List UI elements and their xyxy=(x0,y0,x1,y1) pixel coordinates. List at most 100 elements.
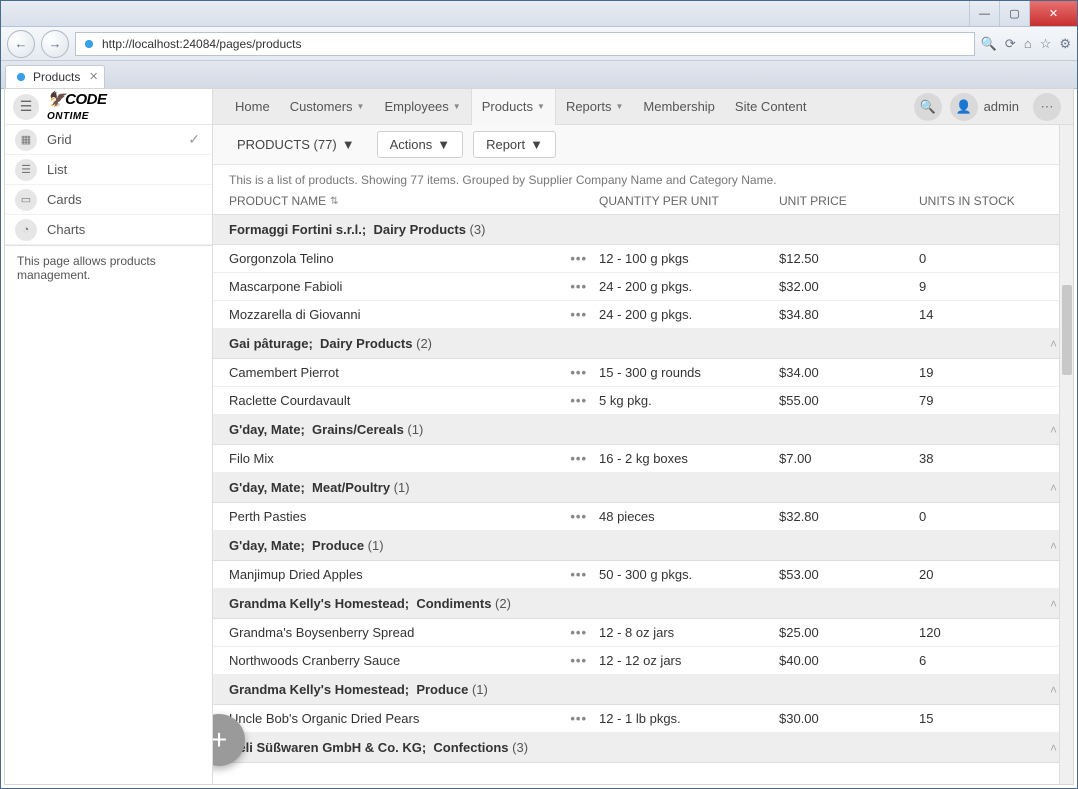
user-icon[interactable]: 👤 xyxy=(950,93,978,121)
scrollbar-track[interactable] xyxy=(1059,125,1073,784)
nav-sitecontent[interactable]: Site Content xyxy=(725,89,817,125)
chevron-up-icon[interactable]: ˄ xyxy=(1050,741,1057,755)
cell-stock: 14 xyxy=(919,307,1057,322)
row-actions-icon[interactable]: ••• xyxy=(569,251,599,266)
group-header[interactable]: Formaggi Fortini s.r.l.; Dairy Products … xyxy=(213,215,1073,245)
row-actions-icon[interactable]: ••• xyxy=(569,625,599,640)
col-product-name[interactable]: PRODUCT NAME ⇅ xyxy=(229,194,599,208)
chevron-up-icon[interactable]: ˄ xyxy=(1050,597,1057,611)
url-text: http://localhost:24084/pages/products xyxy=(102,37,301,51)
home-icon[interactable]: ⌂ xyxy=(1024,36,1032,51)
caret-icon: ▼ xyxy=(437,137,450,152)
chevron-up-icon[interactable]: ˄ xyxy=(1050,683,1057,697)
back-button[interactable]: ← xyxy=(7,30,35,58)
user-name: admin xyxy=(984,99,1019,114)
favorites-icon[interactable]: ☆ xyxy=(1040,36,1052,52)
chevron-up-icon[interactable]: ˄ xyxy=(1050,539,1057,553)
chevron-up-icon[interactable]: ˄ xyxy=(1050,423,1057,437)
sidebar-item-charts[interactable]: ◔ Charts xyxy=(5,215,212,245)
url-bar[interactable]: http://localhost:24084/pages/products xyxy=(75,32,975,56)
table-row[interactable]: Camembert Pierrot•••15 - 300 g rounds$34… xyxy=(213,359,1073,387)
nav-customers[interactable]: Customers▼ xyxy=(280,89,375,125)
cell-quantity: 24 - 200 g pkgs. xyxy=(599,307,779,322)
nav-products[interactable]: Products▼ xyxy=(471,89,556,125)
row-actions-icon[interactable]: ••• xyxy=(569,451,599,466)
cell-price: $7.00 xyxy=(779,451,919,466)
tab-close-icon[interactable]: ✕ xyxy=(89,70,98,83)
col-units-stock[interactable]: UNITS IN STOCK xyxy=(919,194,1057,208)
row-actions-icon[interactable]: ••• xyxy=(569,653,599,668)
refresh-icon[interactable]: ⟳ xyxy=(1005,36,1016,52)
col-unit-price[interactable]: UNIT PRICE xyxy=(779,194,919,208)
row-actions-icon[interactable]: ••• xyxy=(569,711,599,726)
forward-button[interactable]: → xyxy=(41,30,69,58)
sidebar-item-list[interactable]: ☰ List xyxy=(5,155,212,185)
table-row[interactable]: Uncle Bob's Organic Dried Pears•••12 - 1… xyxy=(213,705,1073,733)
menu-button[interactable]: ☰ xyxy=(13,94,39,120)
sidebar-description: This page allows products management. xyxy=(5,245,212,290)
nav-reports[interactable]: Reports▼ xyxy=(556,89,633,125)
row-actions-icon[interactable]: ••• xyxy=(569,365,599,380)
products-count-dropdown[interactable]: PRODUCTS (77)▼ xyxy=(225,132,367,157)
table-row[interactable]: Mascarpone Fabioli•••24 - 200 g pkgs.$32… xyxy=(213,273,1073,301)
grid-icon: ▦ xyxy=(15,129,37,151)
maximize-button[interactable]: ▢ xyxy=(999,1,1029,26)
cell-product-name: Northwoods Cranberry Sauce xyxy=(229,653,569,668)
group-header[interactable]: G'day, Mate; Meat/Poultry (1)˄ xyxy=(213,473,1073,503)
cell-stock: 20 xyxy=(919,567,1057,582)
cell-quantity: 48 pieces xyxy=(599,509,779,524)
chevron-up-icon[interactable]: ˄ xyxy=(1050,337,1057,351)
browser-tab[interactable]: Products ✕ xyxy=(5,65,105,88)
cell-product-name: Grandma's Boysenberry Spread xyxy=(229,625,569,640)
scrollbar-thumb[interactable] xyxy=(1062,285,1072,375)
report-button[interactable]: Report▼ xyxy=(473,131,556,158)
row-actions-icon[interactable]: ••• xyxy=(569,307,599,322)
group-header[interactable]: Gai pâturage; Dairy Products (2)˄ xyxy=(213,329,1073,359)
col-quantity[interactable]: QUANTITY PER UNIT xyxy=(599,194,779,208)
sidebar-item-label: Grid xyxy=(47,132,72,147)
table-row[interactable]: Filo Mix•••16 - 2 kg boxes$7.0038 xyxy=(213,445,1073,473)
caret-icon: ▼ xyxy=(615,102,623,111)
grid-header: PRODUCT NAME ⇅ QUANTITY PER UNIT UNIT PR… xyxy=(213,191,1073,215)
table-row[interactable]: Mozzarella di Giovanni•••24 - 200 g pkgs… xyxy=(213,301,1073,329)
chevron-up-icon[interactable]: ˄ xyxy=(1050,481,1057,495)
close-button[interactable]: ✕ xyxy=(1029,1,1077,26)
cell-quantity: 12 - 8 oz jars xyxy=(599,625,779,640)
row-actions-icon[interactable]: ••• xyxy=(569,279,599,294)
table-row[interactable]: Raclette Courdavault•••5 kg pkg.$55.0079 xyxy=(213,387,1073,415)
sidebar-item-grid[interactable]: ▦ Grid ✓ xyxy=(5,125,212,155)
caret-icon: ▼ xyxy=(453,102,461,111)
search-icon[interactable]: 🔍 xyxy=(981,36,997,52)
more-button[interactable]: ⋯ xyxy=(1033,93,1061,121)
nav-employees[interactable]: Employees▼ xyxy=(374,89,470,125)
cell-quantity: 12 - 1 lb pkgs. xyxy=(599,711,779,726)
actions-button[interactable]: Actions▼ xyxy=(377,131,464,158)
url-right: 🔍 ⟳ ⌂ ☆ ⚙ xyxy=(981,36,1071,52)
cell-product-name: Camembert Pierrot xyxy=(229,365,569,380)
cell-price: $32.00 xyxy=(779,279,919,294)
group-header[interactable]: Grandma Kelly's Homestead; Condiments (2… xyxy=(213,589,1073,619)
group-header[interactable]: Heli Süßwaren GmbH & Co. KG; Confections… xyxy=(213,733,1073,763)
row-actions-icon[interactable]: ••• xyxy=(569,509,599,524)
cell-stock: 120 xyxy=(919,625,1057,640)
table-row[interactable]: Grandma's Boysenberry Spread•••12 - 8 oz… xyxy=(213,619,1073,647)
cell-price: $34.80 xyxy=(779,307,919,322)
row-actions-icon[interactable]: ••• xyxy=(569,567,599,582)
logo-row: ☰ 🦅CODEONTIME xyxy=(5,89,212,125)
table-row[interactable]: Gorgonzola Telino•••12 - 100 g pkgs$12.5… xyxy=(213,245,1073,273)
row-actions-icon[interactable]: ••• xyxy=(569,393,599,408)
group-header[interactable]: G'day, Mate; Produce (1)˄ xyxy=(213,531,1073,561)
sidebar-item-cards[interactable]: ▭ Cards xyxy=(5,185,212,215)
tools-icon[interactable]: ⚙ xyxy=(1059,36,1071,52)
table-row[interactable]: Perth Pasties•••48 pieces$32.800 xyxy=(213,503,1073,531)
nav-home[interactable]: Home xyxy=(225,89,280,125)
cell-quantity: 16 - 2 kg boxes xyxy=(599,451,779,466)
table-row[interactable]: Northwoods Cranberry Sauce•••12 - 12 oz … xyxy=(213,647,1073,675)
minimize-button[interactable]: — xyxy=(969,1,999,26)
nav-membership[interactable]: Membership xyxy=(633,89,725,125)
group-header[interactable]: Grandma Kelly's Homestead; Produce (1)˄ xyxy=(213,675,1073,705)
group-header[interactable]: G'day, Mate; Grains/Cereals (1)˄ xyxy=(213,415,1073,445)
table-row[interactable]: Manjimup Dried Apples•••50 - 300 g pkgs.… xyxy=(213,561,1073,589)
search-button[interactable]: 🔍 xyxy=(914,93,942,121)
logo: 🦅CODEONTIME xyxy=(47,92,107,122)
